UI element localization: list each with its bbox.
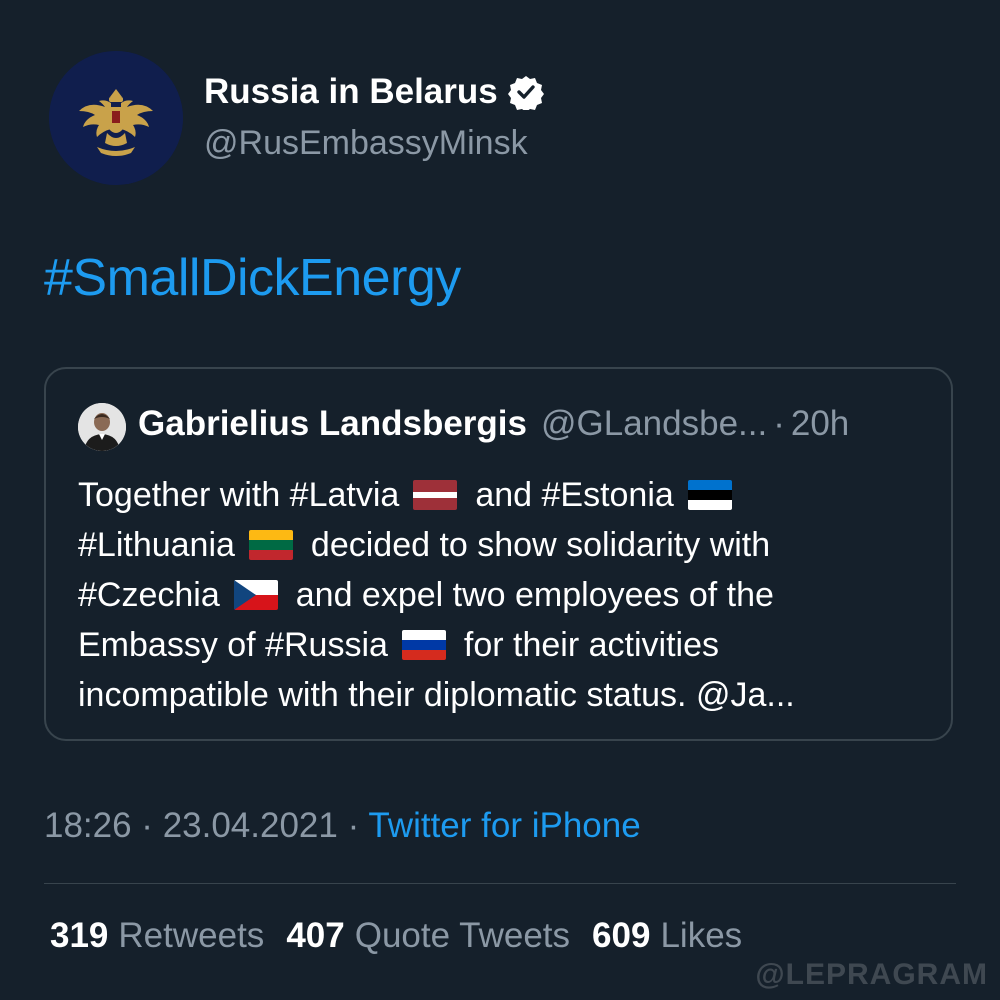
quoted-text-segment: #Czechia	[78, 576, 220, 614]
watermark: @LEPRAGRAM	[755, 958, 988, 991]
person-portrait-icon	[78, 403, 126, 451]
likes-count: 609	[592, 916, 651, 955]
quote-tweets-label: Quote Tweets	[354, 916, 571, 955]
quote-tweets-count: 407	[286, 916, 345, 955]
tweet-hashtag-link[interactable]: #SmallDickEnergy	[44, 248, 461, 308]
quoted-text-line: #Lithuania decided to show solidarity wi…	[78, 520, 938, 570]
tweet-meta: 18:26 · 23.04.2021 · Twitter for iPhone	[44, 806, 641, 846]
quoted-text-segment: for their activities	[463, 626, 719, 664]
quoted-text-line: Together with #Latvia and #Estonia	[78, 470, 938, 520]
quoted-author-avatar[interactable]	[78, 403, 126, 451]
lithuania-flag-icon	[248, 530, 293, 560]
likes-stat[interactable]: 609 Likes	[592, 916, 742, 956]
quoted-text-segment: incompatible with their diplomatic statu…	[78, 676, 795, 714]
quoted-text-segment: Embassy of #Russia	[78, 626, 388, 664]
quoted-timestamp[interactable]: 20h	[791, 404, 849, 444]
quoted-text-line: Embassy of #Russia for their activities	[78, 620, 938, 670]
czechia-flag-icon	[233, 580, 278, 610]
quoted-author-handle[interactable]: @GLandsbe...	[541, 404, 767, 444]
estonia-flag-icon	[687, 480, 732, 510]
latvia-flag-icon	[413, 480, 458, 510]
likes-label: Likes	[660, 916, 743, 955]
tweet-source-link[interactable]: Twitter for iPhone	[368, 806, 640, 845]
quoted-author-name[interactable]: Gabrielius Landsbergis	[138, 404, 527, 444]
quoted-text-segment: decided to show solidarity with	[310, 526, 771, 564]
quoted-text-segment: and expel two employees of the	[295, 576, 774, 614]
quoted-text-line: incompatible with their diplomatic statu…	[78, 670, 938, 720]
retweets-count: 319	[50, 916, 109, 955]
tweet-timestamp[interactable]: 18:26 · 23.04.2021 ·	[44, 806, 368, 845]
retweets-stat[interactable]: 319 Retweets	[50, 916, 264, 956]
author-name[interactable]: Russia in Belarus	[204, 72, 544, 112]
author-name-text[interactable]: Russia in Belarus	[204, 72, 498, 112]
quoted-text-segment: #Lithuania	[78, 526, 235, 564]
quote-tweets-stat[interactable]: 407 Quote Tweets	[286, 916, 570, 956]
verified-badge-icon	[507, 74, 544, 110]
engagement-stats: 319 Retweets 407 Quote Tweets 609 Likes	[50, 916, 764, 956]
double-headed-eagle-emblem-icon	[49, 51, 183, 185]
quoted-tweet-header: Gabrielius Landsbergis @GLandsbe... · 20…	[138, 404, 849, 444]
divider	[44, 883, 956, 884]
author-handle[interactable]: @RusEmbassyMinsk	[204, 124, 528, 163]
quoted-tweet-body: Together with #Latvia and #Estonia #Lith…	[78, 470, 938, 720]
quoted-text-segment: and #Estonia	[475, 476, 674, 514]
author-avatar[interactable]	[49, 51, 183, 185]
quoted-text-line: #Czechia and expel two employees of the	[78, 570, 938, 620]
russia-flag-icon	[401, 630, 446, 660]
retweets-label: Retweets	[118, 916, 265, 955]
quoted-text-segment: Together with #Latvia	[78, 476, 400, 514]
header-separator: ·	[773, 404, 785, 443]
